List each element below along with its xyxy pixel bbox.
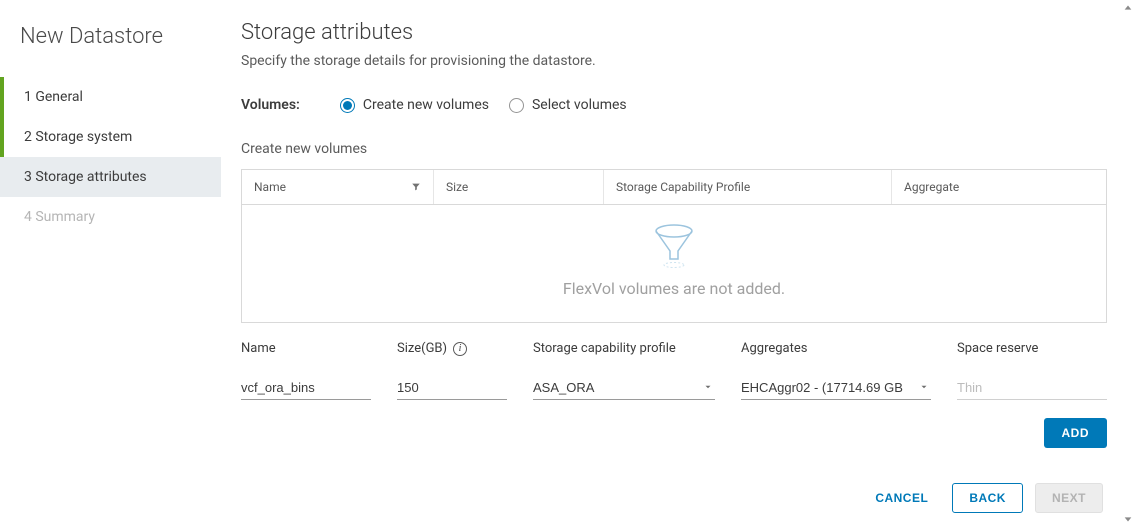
step-label: 4 Summary [24, 209, 95, 225]
wizard-step-storage-system[interactable]: 2 Storage system [0, 117, 221, 157]
column-scp[interactable]: Storage Capability Profile [604, 170, 892, 204]
page-title: Storage attributes [241, 20, 1107, 45]
aggregates-select[interactable] [741, 376, 931, 400]
column-label: Size [446, 180, 468, 194]
form-col-aggregates: Aggregates [741, 341, 931, 400]
empty-message: FlexVol volumes are not added. [242, 279, 1106, 298]
info-icon[interactable]: i [453, 342, 467, 356]
size-input[interactable] [397, 376, 507, 400]
filter-icon[interactable] [411, 182, 421, 192]
label-scp: Storage capability profile [533, 341, 715, 356]
column-size[interactable]: Size [434, 170, 604, 204]
next-button: NEXT [1035, 483, 1103, 513]
column-name[interactable]: Name [242, 170, 434, 204]
scroll-up-icon[interactable] [1120, 0, 1135, 16]
section-subtitle: Create new volumes [241, 141, 1107, 157]
wizard-step-general[interactable]: 1 General [0, 77, 221, 117]
page-subtitle: Specify the storage details for provisio… [241, 53, 1107, 69]
scp-select[interactable] [533, 376, 715, 400]
wizard-footer: CANCEL BACK NEXT [241, 471, 1107, 527]
step-label: 1 General [24, 89, 83, 105]
form-col-name: Name [241, 341, 371, 400]
form-col-space-reserve: Space reserve [957, 341, 1107, 400]
radio-create-new-volumes[interactable]: Create new volumes [340, 97, 489, 113]
wizard-step-storage-attributes[interactable]: 3 Storage attributes [0, 157, 221, 197]
radio-label: Select volumes [532, 97, 627, 113]
add-button[interactable]: ADD [1044, 418, 1108, 448]
column-label: Aggregate [904, 180, 959, 194]
funnel-icon [653, 223, 695, 273]
column-label: Storage Capability Profile [616, 180, 750, 194]
column-aggregate[interactable]: Aggregate [892, 170, 1106, 204]
scrollbar[interactable] [1120, 0, 1135, 527]
label-space-reserve: Space reserve [957, 341, 1107, 356]
main-content: Storage attributes Specify the storage d… [221, 0, 1135, 527]
wizard-sidebar: New Datastore 1 General 2 Storage system… [0, 0, 221, 527]
step-label: 3 Storage attributes [24, 169, 147, 185]
wizard-steps: 1 General 2 Storage system 3 Storage att… [0, 77, 221, 237]
cancel-button[interactable]: CANCEL [863, 483, 940, 513]
label-text: Size(GB) [397, 341, 447, 356]
radio-label: Create new volumes [363, 97, 489, 113]
label-name: Name [241, 341, 371, 356]
form-col-size: Size(GB) i [397, 341, 507, 400]
label-size: Size(GB) i [397, 341, 507, 356]
add-volume-form: Name Size(GB) i Storage capability profi… [241, 323, 1107, 400]
table-empty-state: FlexVol volumes are not added. [242, 205, 1106, 323]
volumes-radio-row: Volumes: Create new volumes Select volum… [241, 97, 1107, 113]
volumes-label: Volumes: [241, 97, 300, 113]
radio-icon [509, 98, 524, 113]
wizard-title: New Datastore [0, 24, 221, 49]
column-label: Name [254, 180, 286, 194]
volumes-table: Name Size Storage Capability Profile Agg… [241, 169, 1107, 323]
wizard-step-summary: 4 Summary [0, 197, 221, 237]
scroll-down-icon[interactable] [1120, 511, 1135, 527]
label-aggregates: Aggregates [741, 341, 931, 356]
name-input[interactable] [241, 376, 371, 400]
radio-icon [340, 98, 355, 113]
radio-select-volumes[interactable]: Select volumes [509, 97, 627, 113]
step-label: 2 Storage system [24, 129, 132, 145]
back-button[interactable]: BACK [952, 483, 1023, 513]
space-reserve-field [957, 376, 1107, 400]
table-header: Name Size Storage Capability Profile Agg… [242, 170, 1106, 205]
add-row: ADD [241, 418, 1107, 448]
form-col-scp: Storage capability profile [533, 341, 715, 400]
